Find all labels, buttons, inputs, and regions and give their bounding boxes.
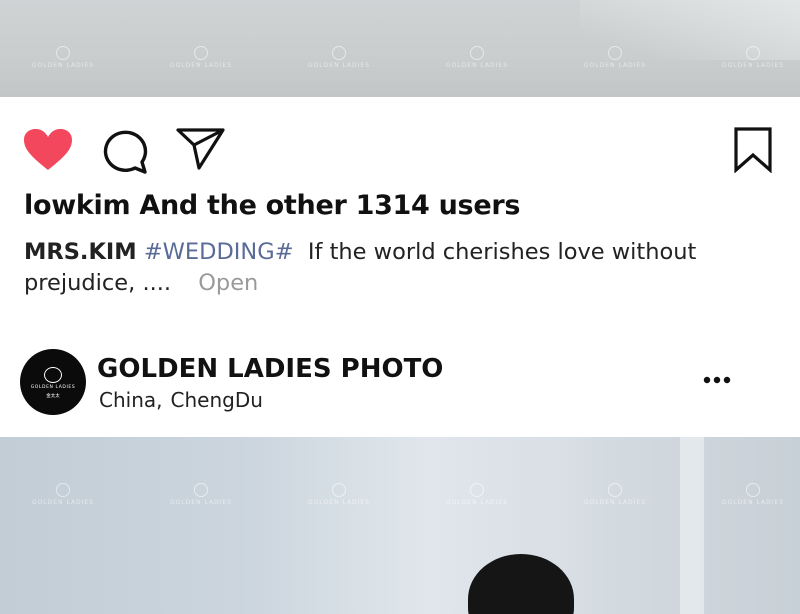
photo-pillar (680, 437, 704, 614)
brand-logo-icon (44, 367, 62, 383)
post-header: GOLDEN LADIES 金太太 GOLDEN LADIES PHOTO Ch… (0, 346, 800, 418)
post-caption: MRS.KIM #WEDDING# If the world cherishes… (24, 237, 724, 299)
watermark-row: GOLDEN LADIES GOLDEN LADIES GOLDEN LADIE… (0, 46, 800, 86)
caption-hashtag[interactable]: #WEDDING# (144, 239, 294, 265)
account-name[interactable]: GOLDEN LADIES PHOTO (97, 354, 443, 384)
likes-count[interactable]: lowkim And the other 1314 users (24, 190, 520, 221)
post-location[interactable]: China, ChengDu (99, 388, 263, 412)
watermark: GOLDEN LADIES (570, 483, 660, 506)
watermark: GOLDEN LADIES (156, 483, 246, 506)
avatar[interactable]: GOLDEN LADIES 金太太 (20, 349, 86, 415)
watermark: GOLDEN LADIES (18, 483, 108, 506)
comment-bubble-icon[interactable] (101, 128, 149, 174)
watermark-row: GOLDEN LADIES GOLDEN LADIES GOLDEN LADIE… (0, 483, 800, 523)
watermark: GOLDEN LADIES (432, 46, 522, 69)
post-photo[interactable]: GOLDEN LADIES GOLDEN LADIES GOLDEN LADIE… (0, 437, 800, 614)
location-country: China, (99, 388, 163, 412)
location-city: ChengDu (170, 388, 263, 412)
heart-filled-icon[interactable] (23, 128, 73, 172)
watermark: GOLDEN LADIES (294, 483, 384, 506)
bookmark-icon[interactable] (734, 127, 772, 173)
avatar-sub-text: 金太太 (46, 394, 60, 399)
paper-plane-icon[interactable] (176, 127, 226, 171)
watermark: GOLDEN LADIES (708, 483, 798, 506)
avatar-brand-text: GOLDEN LADIES (30, 385, 76, 390)
watermark: GOLDEN LADIES (294, 46, 384, 69)
watermark: GOLDEN LADIES (156, 46, 246, 69)
watermark: GOLDEN LADIES (18, 46, 108, 69)
more-dots-icon[interactable] (703, 376, 733, 384)
caption-author[interactable]: MRS.KIM (24, 239, 137, 265)
caption-open-link[interactable]: Open (198, 270, 258, 296)
post-actions-bar (0, 97, 800, 197)
post-photo-top[interactable]: GOLDEN LADIES GOLDEN LADIES GOLDEN LADIE… (0, 0, 800, 97)
watermark: GOLDEN LADIES (708, 46, 798, 69)
watermark: GOLDEN LADIES (432, 483, 522, 506)
watermark: GOLDEN LADIES (570, 46, 660, 69)
